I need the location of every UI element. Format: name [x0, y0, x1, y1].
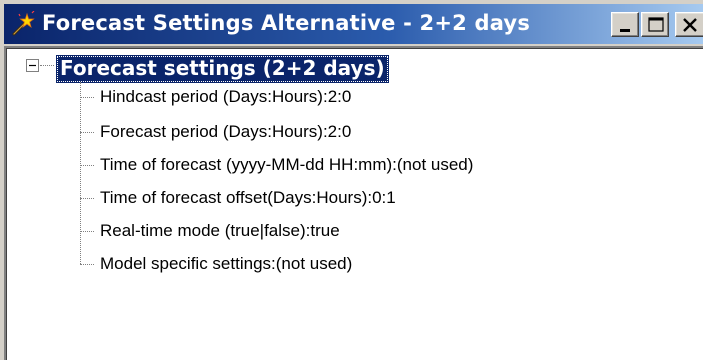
- tree-item-label: Model specific settings:(not used): [100, 254, 353, 273]
- minimize-button[interactable]: [611, 12, 639, 37]
- magic-wand-icon: [10, 10, 36, 37]
- tree-connector: [80, 231, 94, 232]
- tree-item-label: Time of forecast offset(Days:Hours):0:1: [100, 188, 396, 207]
- tree-connector: [80, 132, 94, 133]
- tree-item-label: Real-time mode (true|false):true: [100, 221, 340, 240]
- tree-root-forecast-settings[interactable]: Forecast settings (2+2 days): [56, 55, 389, 83]
- tree-item-label: Hindcast period (Days:Hours):2:0: [100, 87, 352, 106]
- collapse-toggle[interactable]: [26, 59, 39, 72]
- tree-connector: [80, 97, 94, 98]
- title-bar[interactable]: Forecast Settings Alternative - 2+2 days: [4, 4, 703, 44]
- tree-connector: [40, 65, 54, 66]
- tree-connector: [80, 198, 94, 199]
- forecast-settings-window: Forecast Settings Alternative - 2+2 days…: [0, 0, 703, 360]
- maximize-button[interactable]: [641, 12, 669, 37]
- tree-item-label: Forecast period (Days:Hours):2:0: [100, 122, 352, 141]
- close-button[interactable]: [675, 12, 703, 37]
- tree-connector: [80, 165, 94, 166]
- window-title: Forecast Settings Alternative - 2+2 days: [42, 11, 531, 35]
- tree-item-label: Time of forecast (yyyy-MM-dd HH:mm):(not…: [100, 155, 474, 174]
- tree-branch-line: [80, 82, 81, 264]
- tree-connector: [80, 264, 94, 265]
